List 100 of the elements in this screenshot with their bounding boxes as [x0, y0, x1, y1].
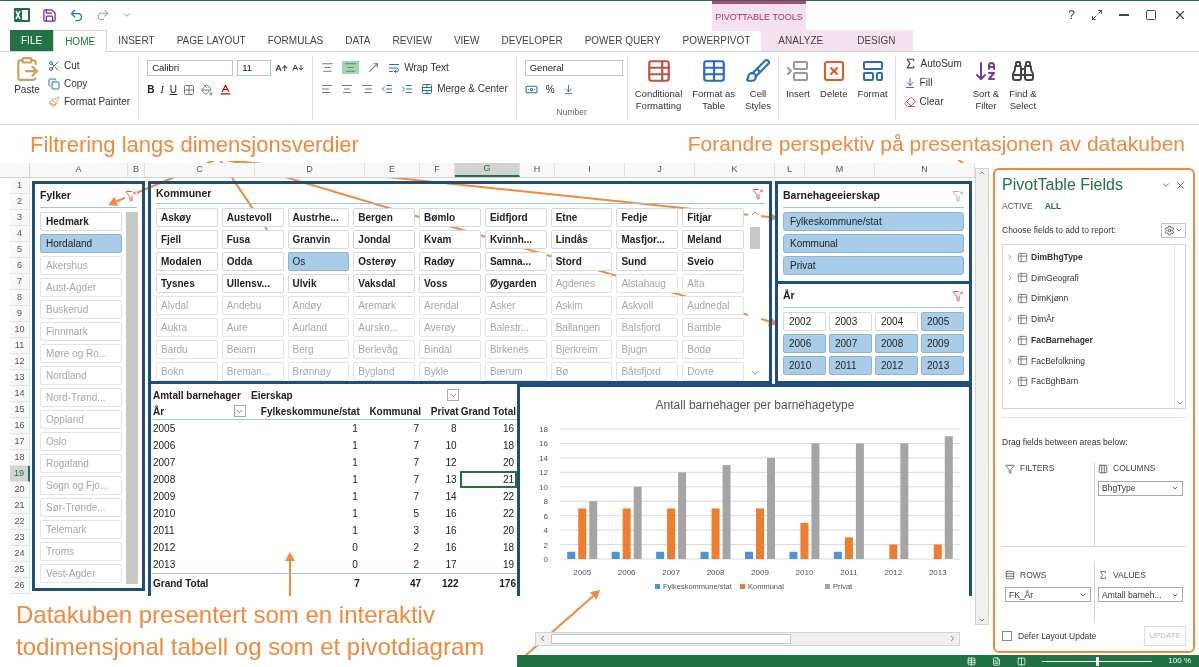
slicer-item[interactable]: 2010	[783, 356, 826, 375]
number-format-field[interactable]: General	[524, 60, 623, 76]
slicer-item[interactable]: Meland	[682, 230, 744, 249]
merge-center-button[interactable]: Merge & Center	[421, 81, 508, 96]
slicer-item[interactable]: Ullensv...	[221, 274, 284, 293]
field-item[interactable]: FacBefolkning	[1031, 354, 1085, 368]
slicer-item[interactable]: Austevoll	[221, 208, 284, 227]
slicer-item[interactable]: 2008	[875, 334, 918, 353]
bold-button[interactable]: B	[147, 82, 155, 97]
slicer-item[interactable]: Fjell	[156, 230, 218, 249]
slicer-item[interactable]: 2006	[783, 334, 826, 353]
field-item[interactable]: FacBghBarn	[1031, 375, 1079, 388]
ribbon-tab[interactable]: DATA	[334, 30, 382, 51]
column-header[interactable]: G	[455, 163, 520, 177]
ribbon-tab[interactable]: FORMULAS	[256, 30, 335, 51]
horizontal-scrollbar[interactable]	[535, 631, 960, 646]
slicer-item[interactable]: Hedmark	[40, 212, 122, 231]
column-header[interactable]: I	[555, 163, 625, 177]
row-header[interactable]: 26	[10, 578, 30, 594]
ribbon-tab[interactable]: VIEW	[442, 30, 491, 51]
slicer-item[interactable]: 2009	[921, 334, 964, 353]
slicer-item[interactable]: Masfjor...	[616, 230, 679, 249]
column-header[interactable]: B	[128, 163, 145, 177]
ribbon-tab[interactable]: REVIEW	[381, 30, 443, 51]
slicer-item[interactable]: Lindås	[550, 230, 613, 249]
ribbon-tab[interactable]: HOME	[53, 30, 108, 52]
row-header[interactable]: 25	[10, 562, 30, 578]
row-header[interactable]: 6	[10, 258, 30, 274]
slicer-item[interactable]: Bergen	[353, 208, 416, 227]
ribbon-button[interactable]: Format as Table	[689, 54, 739, 112]
slicer-item[interactable]: Radøy	[419, 252, 481, 271]
scrollbar[interactable]	[126, 212, 138, 584]
column-header[interactable]: M	[805, 163, 875, 177]
column-header[interactable]: K	[695, 163, 775, 177]
row-header[interactable]: 10	[10, 322, 30, 338]
column-header[interactable]: D	[255, 163, 365, 177]
row-header[interactable]: 16	[10, 418, 30, 434]
slicer-item[interactable]: Samna...	[484, 252, 547, 271]
row-header[interactable]: 19	[10, 466, 30, 482]
row-header[interactable]: 12	[10, 354, 30, 370]
row-header[interactable]: 11	[10, 338, 30, 354]
column-header[interactable]: A	[30, 163, 128, 177]
ribbon-button[interactable]: Delete	[817, 54, 851, 100]
fill-button[interactable]: Fill	[903, 75, 962, 90]
field-item[interactable]: DimKjønn	[1031, 292, 1069, 305]
percent-button[interactable]: %	[545, 82, 555, 97]
slicer-item[interactable]: Kommunal	[783, 234, 964, 253]
slicer-item[interactable]: Modalen	[156, 252, 218, 271]
slicer-item[interactable]: Tysnes	[156, 274, 218, 293]
scrollbar-thumb[interactable]	[551, 633, 791, 644]
ribbon-button[interactable]: Sort & Filter	[969, 54, 1003, 112]
panel-tab[interactable]: ACTIVE	[1002, 200, 1033, 213]
row-header[interactable]: 15	[10, 402, 30, 418]
font-size-field[interactable]: 11	[237, 60, 272, 76]
row-header[interactable]: 14	[10, 386, 30, 402]
row-header[interactable]: 3	[10, 210, 30, 226]
slicer-item[interactable]: Askøy	[156, 208, 218, 227]
slicer-item[interactable]: Privat	[783, 256, 964, 275]
slicer-item[interactable]: 2002	[783, 312, 826, 331]
slicer-item[interactable]: Sund	[616, 252, 679, 271]
slicer-item[interactable]: 2013	[921, 356, 964, 375]
slicer-item[interactable]: Fitjar	[682, 208, 744, 227]
ribbon-tab[interactable]: INSERT	[107, 30, 166, 51]
field-item[interactable]: DimÅr	[1031, 313, 1055, 326]
slicer-item[interactable]: Jondal	[353, 230, 416, 249]
autosum-button[interactable]: AutoSum	[903, 56, 962, 71]
slicer-item[interactable]: Øygarden	[484, 274, 547, 293]
font-name-field[interactable]: Calibri	[147, 60, 234, 76]
zoom-slider[interactable]	[1042, 656, 1153, 666]
row-header[interactable]: 13	[10, 370, 30, 386]
field-item[interactable]: FacBarnehager	[1031, 333, 1093, 347]
row-header[interactable]: 21	[10, 498, 30, 514]
slicer-item[interactable]: Osterøy	[353, 252, 416, 271]
slicer-item[interactable]: Vaksdal	[353, 274, 416, 293]
slicer-item[interactable]: 2005	[921, 312, 964, 331]
column-header[interactable]: L	[775, 163, 805, 177]
clear-button[interactable]: Clear	[903, 94, 962, 109]
format-painter-button[interactable]: Format Painter	[48, 94, 131, 109]
cut-button[interactable]: Cut	[48, 58, 131, 73]
column-header[interactable]: C	[145, 163, 255, 177]
slicer-item[interactable]: Hordaland	[40, 234, 122, 253]
minimize-icon[interactable]	[1119, 14, 1129, 16]
slicer-item[interactable]: Austrhe...	[287, 208, 350, 227]
settings-button[interactable]	[1161, 222, 1186, 238]
ribbon-tab[interactable]: PAGE LAYOUT	[165, 30, 257, 51]
ribbon-tab[interactable]: POWER QUERY	[573, 30, 672, 51]
slicer-item[interactable]: 2011	[829, 356, 872, 375]
slicer-item[interactable]: 2004	[875, 312, 918, 331]
row-header[interactable]: 20	[10, 482, 30, 498]
checkbox[interactable]	[1002, 631, 1012, 641]
column-header[interactable]: J	[625, 163, 695, 177]
slicer-item[interactable]: 2007	[829, 334, 872, 353]
ribbon-button[interactable]: Find & Select	[1006, 54, 1040, 112]
column-header[interactable]: H	[520, 163, 555, 177]
slicer-item[interactable]: Ulvik	[287, 274, 350, 293]
wrap-text-button[interactable]: Wrap Text	[388, 60, 449, 75]
row-header[interactable]: 18	[10, 450, 30, 466]
slicer-item[interactable]: Fylkeskommune/stat	[783, 212, 964, 231]
slicer-item[interactable]: Kvam	[419, 230, 481, 249]
ribbon-button[interactable]: Insert	[783, 54, 814, 100]
